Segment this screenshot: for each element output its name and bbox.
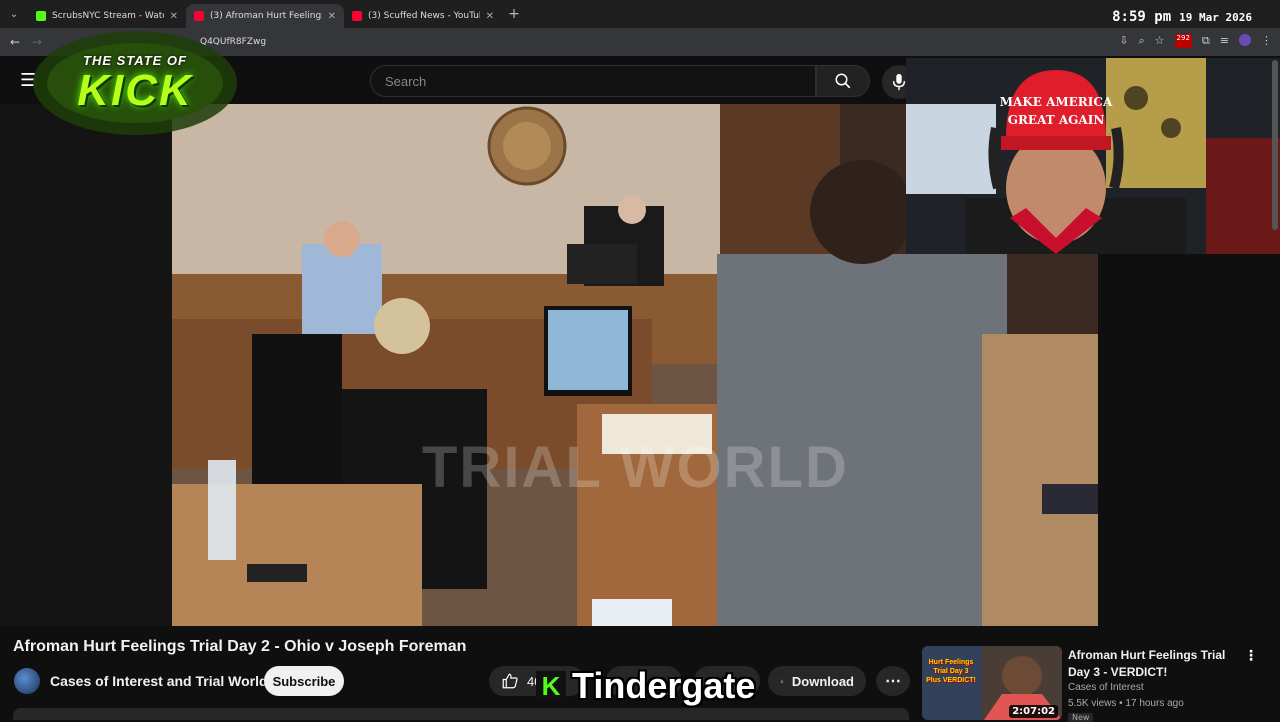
channel-name[interactable]: Cases of Interest and Trial World (50, 673, 268, 689)
search-box[interactable] (370, 65, 816, 97)
media-icon[interactable]: ≡ (1220, 34, 1229, 48)
bookmark-star-icon[interactable]: ☆ (1155, 34, 1165, 48)
hat-text-line1: MAKE AMERICA (1000, 95, 1113, 109)
thumbnail-text: Hurt Feelings Trial Day 3 Plus VERDICT! (926, 659, 976, 684)
extension-icons: ⇩ ⌕ ☆ 292 ⧉ ≡ ⋮ (1119, 34, 1272, 48)
video-letterbox (0, 104, 172, 626)
streamer-webcam: MAKE AMERICA GREAT AGAIN (906, 58, 1280, 254)
browser-tab-bar: ⌄ ScrubsNYC Stream - Watch Live ✕ (3) Af… (0, 0, 1280, 28)
puzzle-icon[interactable]: ⧉ (1202, 34, 1210, 48)
tab-afroman-trial[interactable]: (3) Afroman Hurt Feelings Trial ✕ (186, 4, 344, 28)
tab-scuffed-news[interactable]: (3) Scuffed News - YouTube ✕ (344, 4, 502, 28)
download-button[interactable]: Download (768, 666, 866, 696)
search-button[interactable] (816, 65, 870, 97)
more-horizontal-icon: ⋯ (885, 673, 901, 690)
logo-title: KICK (77, 65, 193, 115)
install-icon[interactable]: ⇩ (1119, 34, 1128, 48)
close-tab-icon[interactable]: ✕ (328, 11, 336, 22)
recommended-title[interactable]: Afroman Hurt Feelings Trial Day 3 - VERD… (1068, 647, 1240, 681)
close-tab-icon[interactable]: ✕ (486, 11, 494, 22)
state-of-kick-logo: THE STATE OF KICK (30, 26, 240, 140)
hat-text-line2: GREAT AGAIN (1008, 113, 1105, 127)
tab-title: ScrubsNYC Stream - Watch Live (52, 11, 164, 21)
clock-time: 8:59 pm (1112, 9, 1172, 25)
tab-title: (3) Afroman Hurt Feelings Trial (210, 11, 322, 21)
search-icon (835, 73, 851, 89)
subscribe-button[interactable]: Subscribe (264, 666, 344, 696)
thumbs-up-icon (502, 673, 518, 689)
recommended-menu-icon[interactable]: ⋮ (1244, 648, 1258, 664)
video-watermark: TRIAL WORLD (422, 435, 849, 500)
kick-favicon-icon (36, 11, 46, 21)
kick-letter: K (541, 671, 561, 701)
description-box[interactable] (13, 708, 909, 720)
more-actions-button[interactable]: ⋯ (876, 666, 910, 696)
profile-icon[interactable] (1239, 34, 1251, 46)
video-title: Afroman Hurt Feelings Trial Day 2 - Ohio… (13, 638, 467, 655)
webcam-scene: MAKE AMERICA GREAT AGAIN (906, 58, 1280, 254)
clock-overlay: 8:59 pm 19 Mar 2026 (1112, 6, 1252, 25)
stream-ticker-overlay: K Tindergate (536, 666, 755, 706)
kick-logo-icon: K (536, 671, 566, 701)
tab-scrubsnyc[interactable]: ScrubsNYC Stream - Watch Live ✕ (28, 4, 186, 28)
recommended-channel[interactable]: Cases of Interest (1068, 682, 1144, 693)
channel-avatar[interactable] (14, 668, 40, 694)
youtube-favicon-icon (352, 11, 362, 21)
microphone-icon (892, 73, 906, 91)
back-icon[interactable]: ← (4, 35, 26, 49)
download-icon (780, 679, 784, 683)
video-duration: 2:07:02 (1009, 705, 1058, 718)
new-badge: New (1068, 713, 1094, 722)
page-scrollbar[interactable] (1272, 60, 1278, 230)
new-tab-button[interactable]: + (502, 6, 526, 22)
menu-icon[interactable]: ⋮ (1261, 34, 1272, 48)
clock-date: 19 Mar 2026 (1179, 11, 1252, 24)
extension-badge[interactable]: 292 (1174, 34, 1192, 48)
tab-search-icon[interactable]: ⌄ (0, 0, 28, 28)
youtube-favicon-icon (194, 11, 204, 21)
search-input[interactable] (385, 73, 815, 89)
close-tab-icon[interactable]: ✕ (170, 11, 178, 22)
zoom-icon[interactable]: ⌕ (1139, 34, 1145, 48)
ticker-word: Tindergate (572, 665, 756, 706)
tab-title: (3) Scuffed News - YouTube (368, 11, 480, 21)
recommended-stats: 5.5K views • 17 hours ago (1068, 698, 1184, 709)
recommended-thumbnail[interactable]: Hurt Feelings Trial Day 3 Plus VERDICT! … (922, 646, 1062, 720)
download-label: Download (791, 673, 854, 689)
